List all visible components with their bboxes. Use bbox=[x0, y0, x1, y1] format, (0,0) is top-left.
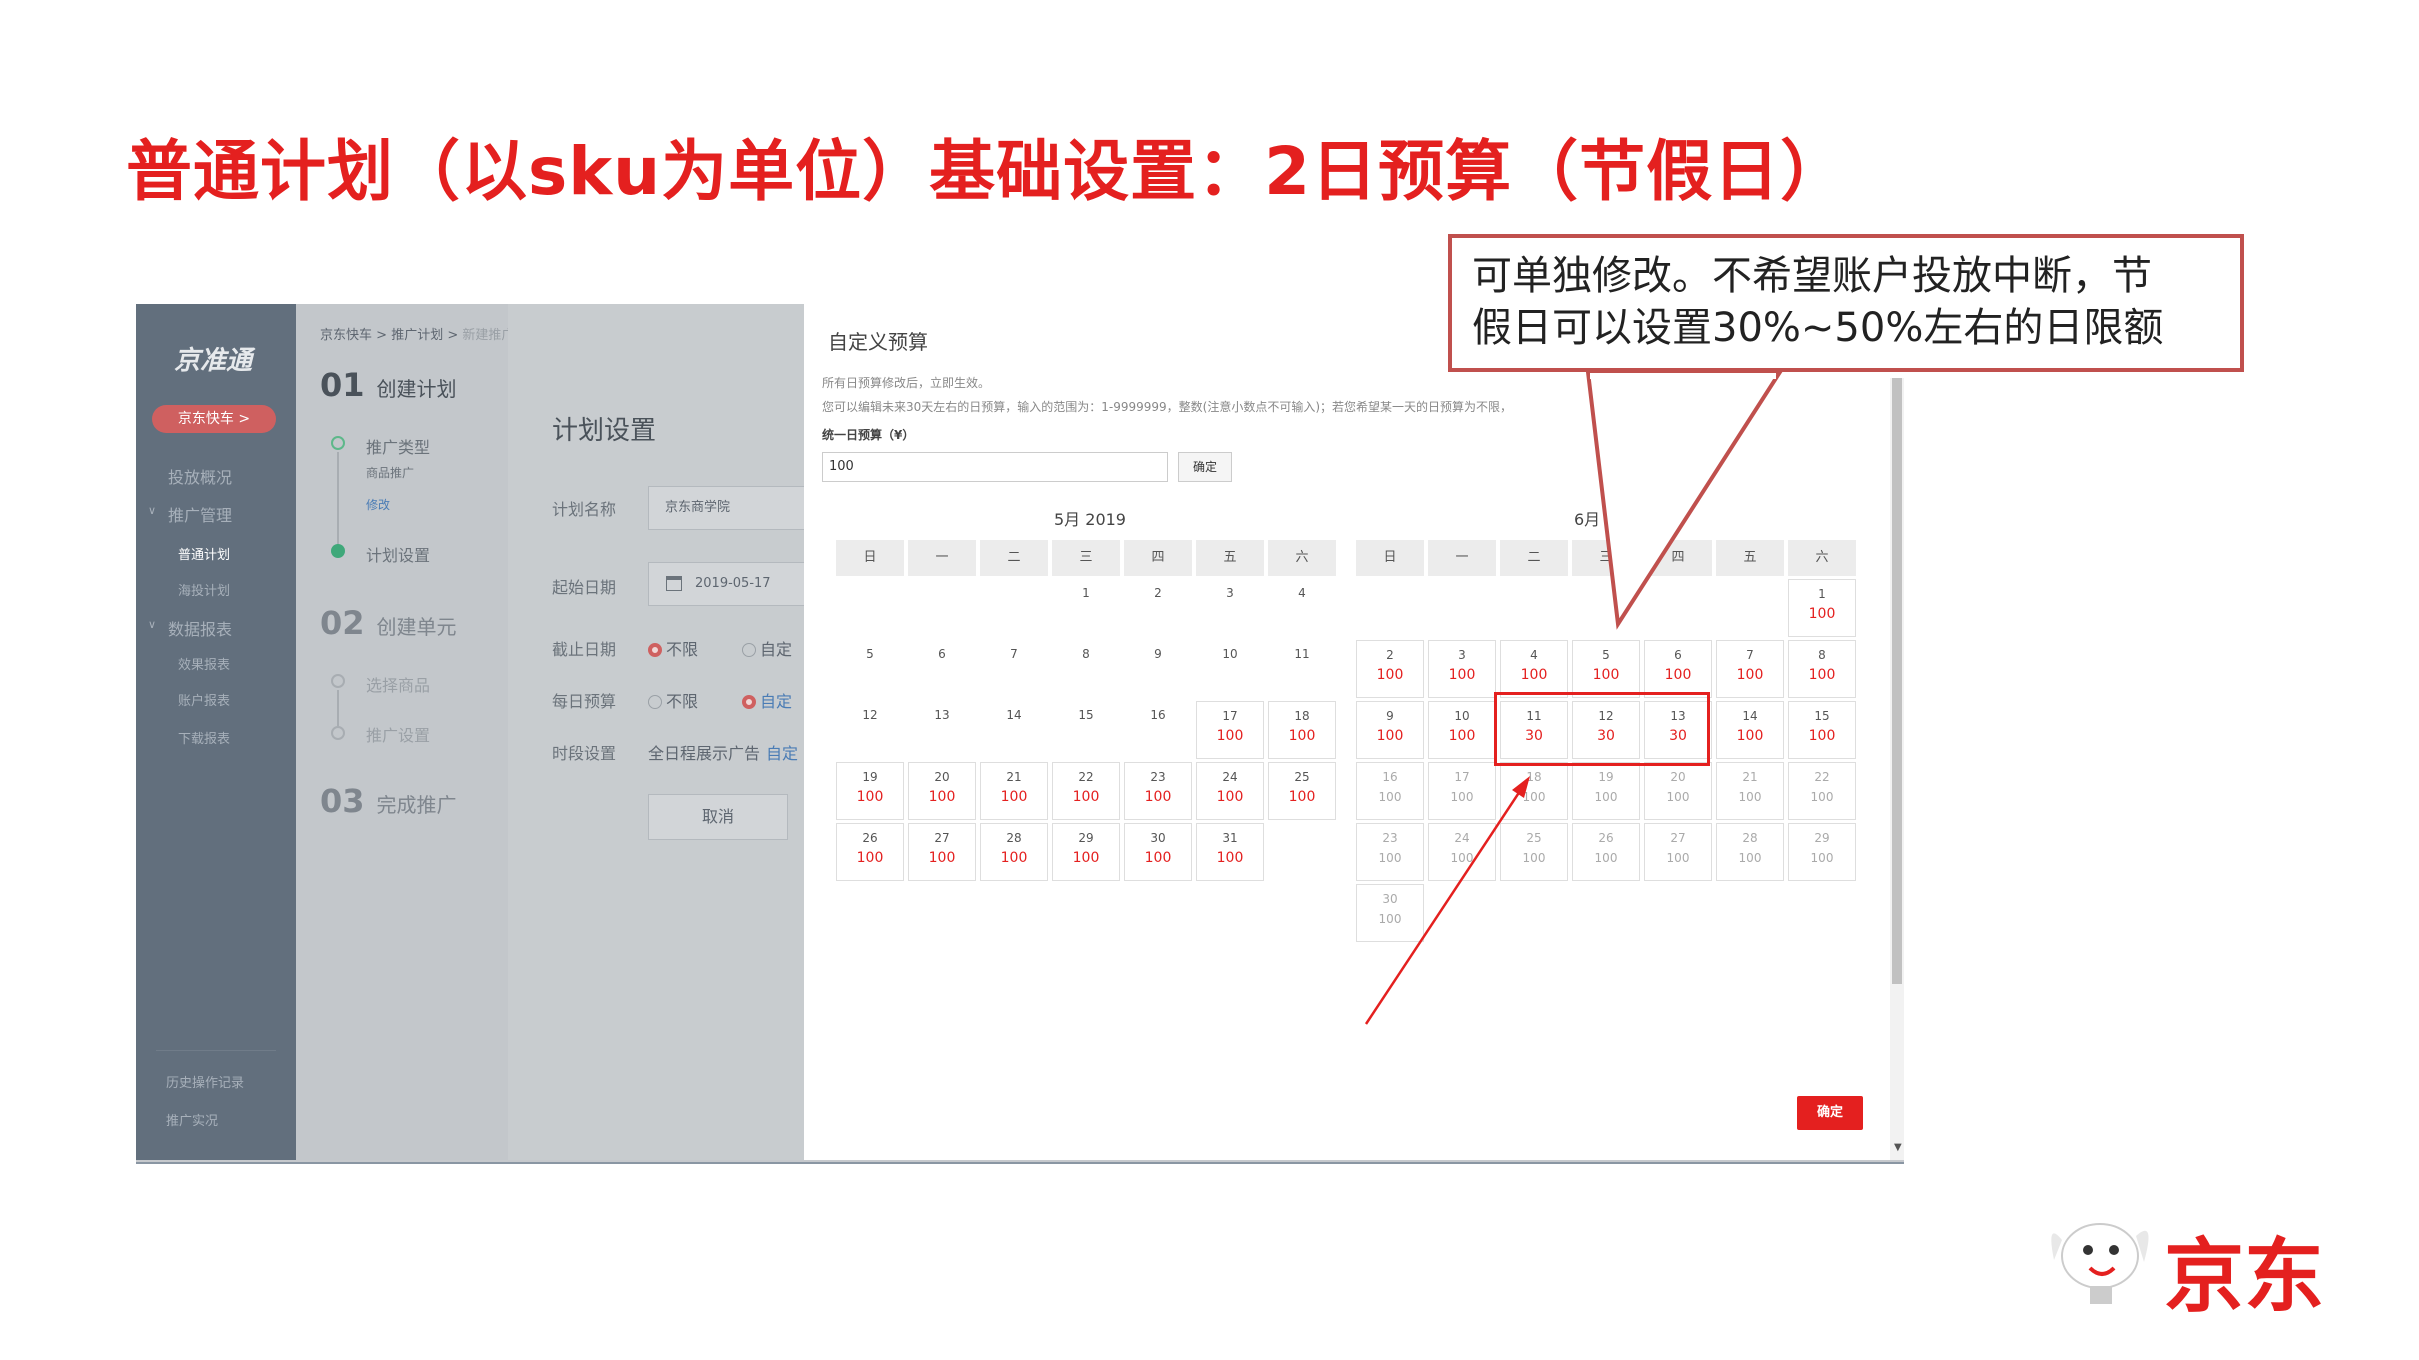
callout-text: 假日可以设置30%~50%左右的日限额 bbox=[1472, 305, 2164, 351]
callout-text: 可单独修改。不希望账户投放中断，节 bbox=[1472, 253, 2152, 299]
red-arrow-line bbox=[1364, 781, 1528, 1025]
jd-logo-text: 京东 bbox=[2164, 1230, 2324, 1323]
annotation-arrows bbox=[1364, 370, 1784, 1025]
jd-dog-mascot-icon bbox=[2051, 1223, 2149, 1304]
arrow-head-icon bbox=[1512, 776, 1530, 798]
callout-box: 可单独修改。不希望账户投放中断，节 假日可以设置30%~50%左右的日限额 bbox=[1448, 234, 2244, 372]
callout-pointer bbox=[1585, 370, 1784, 630]
